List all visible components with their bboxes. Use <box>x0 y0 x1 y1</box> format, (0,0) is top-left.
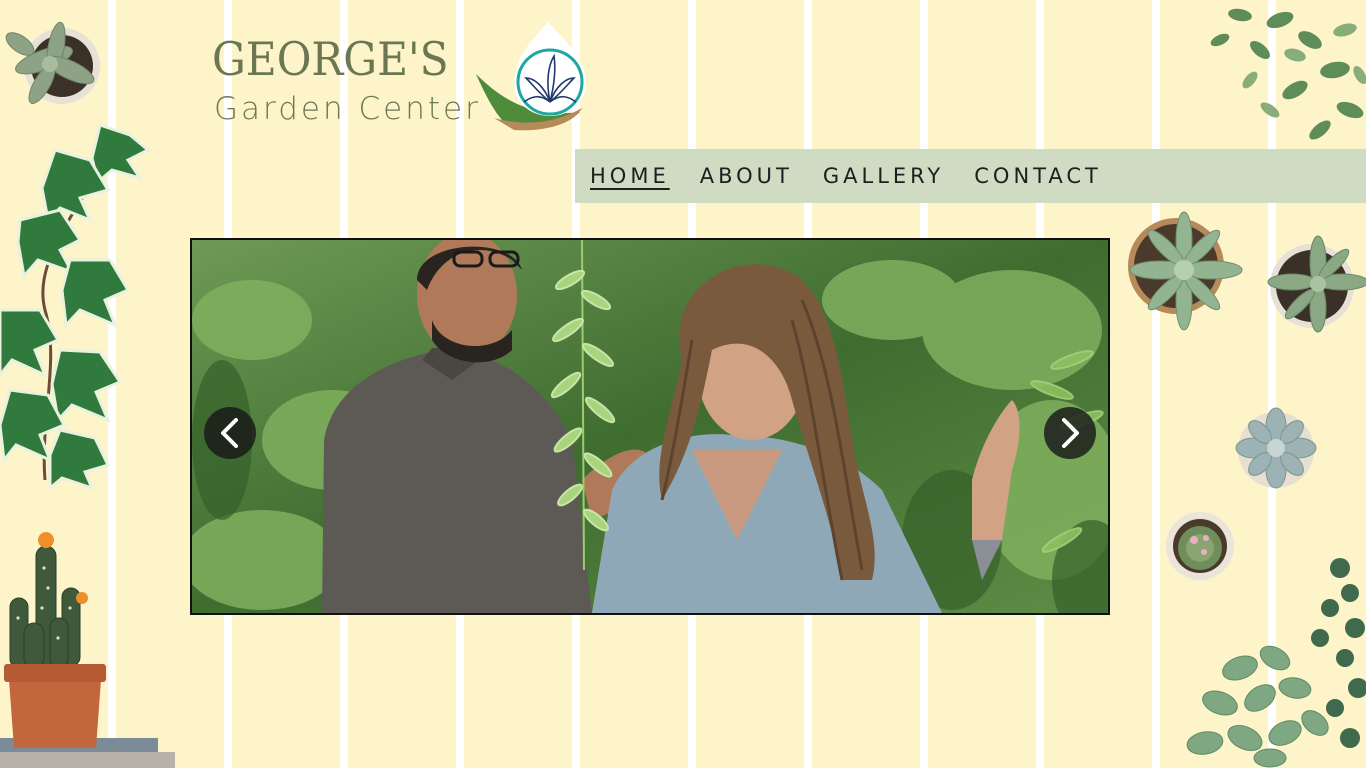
slider-next-button[interactable] <box>1044 407 1096 459</box>
succulent-right-1-icon <box>1128 211 1243 331</box>
nav-home[interactable]: HOME <box>590 164 670 188</box>
jade-plant-bottom-right-icon <box>1186 558 1366 768</box>
main-nav: HOME ABOUT GALLERY CONTACT <box>575 149 1366 203</box>
slider-prev-button[interactable] <box>204 407 256 459</box>
chevron-left-icon <box>221 418 238 448</box>
leaf-drop-logo-icon <box>476 22 586 131</box>
brand-title: GEORGE'S <box>212 32 449 86</box>
cactus-pot-icon <box>0 532 175 768</box>
brand-logo[interactable]: GEORGE'S Garden Center <box>212 22 592 134</box>
ivy-vine-icon <box>0 123 151 490</box>
leafy-plant-top-right-icon <box>1210 8 1366 140</box>
slide-image <box>192 240 1108 613</box>
nav-contact[interactable]: CONTACT <box>974 164 1102 188</box>
nav-about[interactable]: ABOUT <box>700 164 793 188</box>
brand-subtitle: Garden Center <box>214 91 481 127</box>
echeveria-icon <box>1235 407 1317 489</box>
hero-slider[interactable] <box>190 238 1110 615</box>
succulent-top-left-icon <box>5 21 100 104</box>
nav-gallery[interactable]: GALLERY <box>823 164 944 188</box>
succulent-right-2-icon <box>1267 235 1366 333</box>
chevron-right-icon <box>1062 418 1079 448</box>
